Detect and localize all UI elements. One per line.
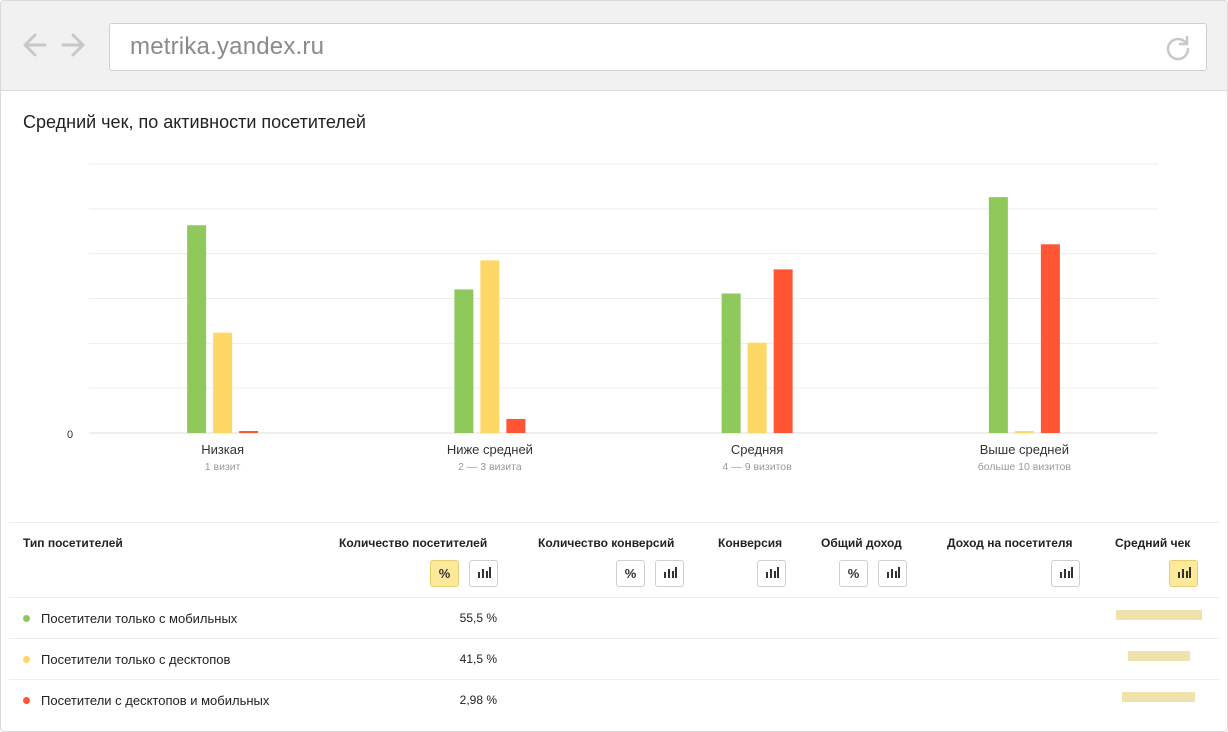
category-sublabel: 2 — 3 визита: [458, 461, 522, 473]
category-label: Ниже средней: [447, 442, 533, 457]
category-sublabel: больше 10 визитов: [978, 461, 1072, 473]
bar[interactable]: [1040, 244, 1060, 433]
url-text[interactable]: metrika.yandex.ru: [130, 33, 324, 61]
bar[interactable]: [213, 332, 233, 433]
back-arrow-icon[interactable]: [15, 29, 47, 61]
conversions-chart-toggle[interactable]: [655, 560, 684, 587]
bar-chart-icon: [886, 566, 900, 581]
bar-chart-icon: [1059, 566, 1073, 581]
bar[interactable]: [239, 430, 259, 433]
bar-chart-icon: [765, 566, 779, 581]
conversion-rate-chart-toggle[interactable]: [757, 560, 786, 587]
column-visitor-type[interactable]: Тип посетителей: [23, 536, 123, 550]
category-label: Выше средней: [980, 442, 1069, 457]
bar[interactable]: [454, 289, 474, 433]
bar-chart-icon: [663, 566, 677, 581]
average-check-chart-toggle[interactable]: [1169, 560, 1198, 587]
browser-toolbar: metrika.yandex.ru: [1, 1, 1227, 91]
visitors-value: 2,98 %: [459, 693, 497, 707]
series-color-dot: [23, 656, 30, 663]
revenue-per-visitor-chart-toggle[interactable]: [1051, 560, 1080, 587]
average-check-bar: [1128, 651, 1190, 661]
forward-arrow-icon[interactable]: [61, 29, 93, 61]
category-sublabel: 1 визит: [205, 461, 241, 473]
column-conversion-rate[interactable]: Конверсия: [718, 536, 782, 550]
table-header: Тип посетителей Количество посетителей К…: [9, 522, 1219, 598]
row-label: Посетители только с десктопов: [41, 652, 231, 667]
bar[interactable]: [506, 418, 526, 433]
bar[interactable]: [480, 260, 500, 433]
visitors-chart-toggle[interactable]: [469, 560, 498, 587]
address-bar[interactable]: metrika.yandex.ru: [109, 23, 1207, 71]
category-sublabel: 4 — 9 визитов: [723, 461, 793, 473]
bar[interactable]: [747, 342, 767, 433]
table-row[interactable]: Посетители только с десктопов 41,5 %: [9, 639, 1219, 680]
category-label: Низкая: [201, 442, 244, 457]
table-row[interactable]: Посетители только с мобильных 55,5 %: [9, 598, 1219, 639]
category-label: Средняя: [731, 442, 783, 457]
bar-chart-icon: [477, 566, 491, 581]
percent-icon: %: [438, 566, 451, 581]
series-color-dot: [23, 697, 30, 704]
visitors-percent-toggle[interactable]: %: [430, 560, 459, 587]
column-visitors-count[interactable]: Количество посетителей: [339, 536, 487, 550]
reload-icon[interactable]: [1164, 34, 1192, 62]
column-total-revenue[interactable]: Общий доход: [821, 536, 902, 550]
data-table: Тип посетителей Количество посетителей К…: [9, 522, 1219, 721]
average-check-bar: [1116, 610, 1202, 620]
revenue-percent-toggle[interactable]: %: [839, 560, 868, 587]
visitors-value: 55,5 %: [459, 611, 497, 625]
bar[interactable]: [187, 225, 207, 433]
revenue-chart-toggle[interactable]: [878, 560, 907, 587]
row-label: Посетители с десктопов и мобильных: [41, 693, 270, 708]
browser-window: metrika.yandex.ru Средний чек, по активн…: [0, 0, 1228, 732]
column-average-check[interactable]: Средний чек: [1115, 536, 1190, 550]
bar-chart-icon: [1177, 566, 1191, 581]
y-axis-zero-label: 0: [67, 429, 73, 441]
average-check-bar: [1122, 692, 1195, 702]
bar[interactable]: [988, 197, 1008, 433]
series-color-dot: [23, 615, 30, 622]
percent-icon: %: [847, 566, 860, 581]
visitors-value: 41,5 %: [459, 652, 497, 666]
row-label: Посетители только с мобильных: [41, 611, 238, 626]
bar-chart: 0 Низкая 1 визит Ниже средней 2 — 3 визита Ср…: [67, 163, 1158, 473]
column-revenue-per-visitor[interactable]: Доход на посетителя: [947, 536, 1073, 550]
percent-icon: %: [624, 566, 637, 581]
bar[interactable]: [773, 269, 793, 433]
bar[interactable]: [1014, 430, 1034, 433]
report-content: Средний чек, по активности посетителей 0…: [1, 92, 1227, 731]
bar[interactable]: [721, 293, 741, 433]
chart-title: Средний чек, по активности посетителей: [23, 112, 366, 132]
table-row[interactable]: Посетители с десктопов и мобильных 2,98 …: [9, 680, 1219, 721]
conversions-percent-toggle[interactable]: %: [616, 560, 645, 587]
column-conversions-count[interactable]: Количество конверсий: [538, 536, 674, 550]
